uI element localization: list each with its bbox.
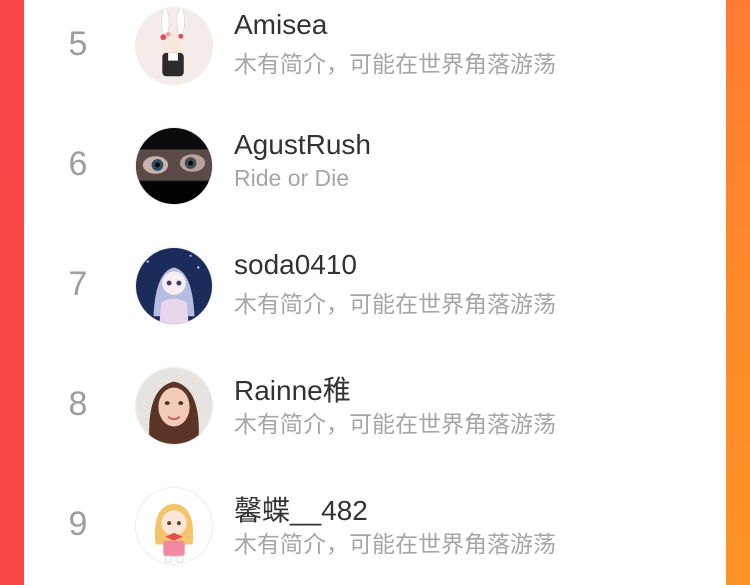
ranking-list: 5 Amisea 木有简介，可能在世界角落游荡 6 AgustRush Ride… [24, 0, 726, 585]
user-name[interactable]: AgustRush [234, 129, 371, 161]
rank-number: 5 [68, 25, 88, 63]
anime-girl-avatar-icon[interactable] [135, 247, 213, 325]
portrait-girl-avatar-icon[interactable] [135, 367, 213, 445]
left-gradient-edge [0, 0, 24, 585]
user-bio: Ride or Die [234, 165, 350, 191]
right-gradient-edge [726, 0, 750, 585]
rank-number: 7 [68, 265, 88, 303]
ranking-row[interactable]: 8 Rainne稚 木有简介，可能在世界角落游荡 [24, 357, 726, 457]
rank-number: 6 [68, 145, 88, 183]
ranking-row[interactable]: 5 Amisea 木有简介，可能在世界角落游荡 [24, 0, 726, 97]
ranking-row[interactable]: 9 馨蝶__482 木有简介，可能在世界角落游荡 [24, 477, 726, 577]
user-bio: 木有简介，可能在世界角落游荡 [234, 531, 556, 557]
user-bio: 木有简介，可能在世界角落游荡 [234, 411, 556, 437]
user-name[interactable]: Amisea [234, 9, 327, 41]
rank-number: 8 [68, 385, 88, 423]
ranking-row[interactable]: 6 AgustRush Ride or Die [24, 117, 726, 217]
user-bio: 木有简介，可能在世界角落游荡 [234, 291, 556, 317]
user-name[interactable]: Rainne稚 [234, 369, 351, 409]
user-bio: 木有简介，可能在世界角落游荡 [234, 51, 556, 77]
user-name[interactable]: soda0410 [234, 249, 357, 281]
bunny-girl-avatar-icon[interactable] [135, 7, 213, 85]
eyes-closeup-avatar-icon[interactable] [135, 127, 213, 205]
user-name[interactable]: 馨蝶__482 [234, 489, 368, 529]
ranking-row[interactable]: 7 soda0410 木有简介，可能在世界角落游荡 [24, 237, 726, 337]
cartoon-girl-avatar-icon[interactable] [135, 487, 213, 565]
rank-number: 9 [68, 505, 88, 543]
